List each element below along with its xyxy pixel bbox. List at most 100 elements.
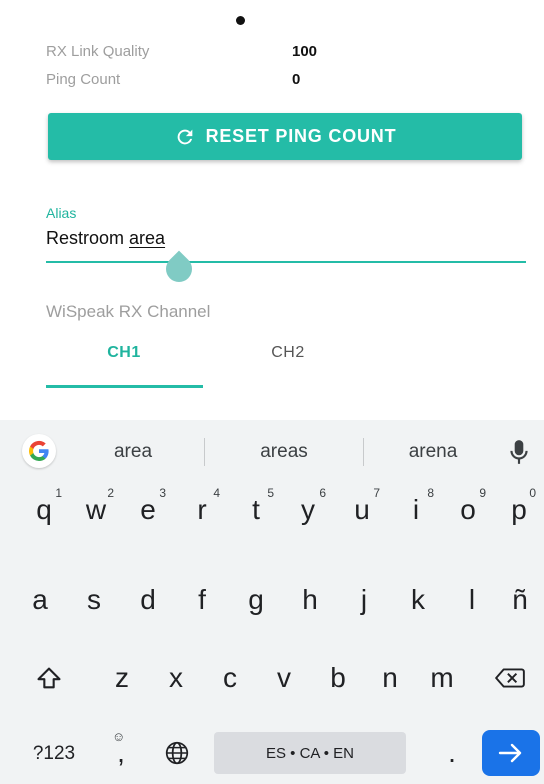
suggestion-bar: area areas arena: [0, 420, 544, 482]
key-label: k: [411, 584, 425, 615]
key-label: q: [36, 494, 52, 525]
ping-count-label: Ping Count: [46, 71, 121, 88]
backspace-key[interactable]: [480, 650, 540, 706]
key-a[interactable]: a: [14, 572, 66, 628]
google-icon[interactable]: [22, 434, 56, 468]
key-hint: 6: [319, 486, 326, 500]
app-screen: RX Link Quality 100 Ping Count 0 RESET P…: [0, 0, 544, 420]
key-label: v: [277, 662, 291, 693]
key-u[interactable]: 7u: [336, 482, 388, 538]
key-l[interactable]: l: [446, 572, 498, 628]
key-n[interactable]: n: [364, 650, 416, 706]
key-x[interactable]: x: [150, 650, 202, 706]
period-key[interactable]: .: [432, 725, 472, 781]
key-s[interactable]: s: [68, 572, 120, 628]
emoji-hint-icon: ☺: [112, 729, 126, 744]
key-label: c: [223, 662, 237, 693]
channel-label: WiSpeak RX Channel: [46, 302, 211, 321]
arrow-right-icon: [498, 743, 522, 763]
key-r[interactable]: 4r: [176, 482, 228, 538]
key-label: r: [197, 494, 207, 525]
key-hint: 3: [159, 486, 166, 500]
alias-current-word: area: [129, 228, 166, 248]
key-label: j: [360, 584, 368, 615]
comma-key[interactable]: ☺ ,: [98, 725, 144, 781]
key-label: w: [85, 494, 107, 525]
suggestion-2[interactable]: areas: [232, 441, 336, 463]
key-q[interactable]: 1q: [18, 482, 70, 538]
key-label: g: [248, 584, 264, 615]
alias-label: Alias: [46, 205, 77, 221]
key-w[interactable]: 2w: [70, 482, 122, 538]
backspace-icon: [495, 668, 525, 688]
key-label: x: [169, 662, 183, 693]
key-label: a: [32, 584, 48, 615]
key-label: .: [448, 737, 456, 768]
alias-input-underline: [46, 261, 526, 263]
key-h[interactable]: h: [284, 572, 336, 628]
alias-text-prefix: Restroom: [46, 228, 130, 248]
key-hint: 4: [213, 486, 220, 500]
key-t[interactable]: 5t: [230, 482, 282, 538]
key-m[interactable]: m: [416, 650, 468, 706]
key-label: d: [140, 584, 156, 615]
key-g[interactable]: g: [230, 572, 282, 628]
alias-input[interactable]: Restroom area: [46, 228, 526, 258]
key-label: i: [412, 494, 420, 525]
key-i[interactable]: 8i: [390, 482, 442, 538]
key-b[interactable]: b: [312, 650, 364, 706]
key-f[interactable]: f: [176, 572, 228, 628]
suggestion-1[interactable]: area: [90, 441, 176, 463]
key-d[interactable]: d: [122, 572, 174, 628]
suggestion-divider: [363, 438, 364, 466]
rx-link-quality-label: RX Link Quality: [46, 43, 150, 60]
refresh-icon: [177, 129, 192, 144]
soft-keyboard: area areas arena 1q 2w 3e 4r 5t 6y 7u 8i…: [0, 420, 544, 784]
key-hint: 5: [267, 486, 274, 500]
ping-count-row: Ping Count 0: [46, 71, 446, 95]
rx-link-quality-value: 100: [292, 43, 318, 60]
ping-count-value: 0: [292, 71, 301, 88]
rx-link-quality-row: RX Link Quality 100: [46, 43, 446, 67]
suggestion-3[interactable]: arena: [390, 441, 476, 463]
enter-key[interactable]: [482, 730, 540, 776]
status-dot: [236, 16, 245, 25]
key-j[interactable]: j: [338, 572, 390, 628]
key-c[interactable]: c: [204, 650, 256, 706]
key-label: y: [301, 494, 315, 525]
key-hint: 9: [479, 486, 486, 500]
reset-ping-count-button[interactable]: RESET PING COUNT: [48, 113, 522, 160]
key-p[interactable]: 0p: [494, 482, 544, 538]
key-o[interactable]: 9o: [442, 482, 494, 538]
space-key[interactable]: ES • CA • EN: [214, 732, 406, 774]
globe-icon: [165, 741, 189, 765]
key-hint: 7: [373, 486, 380, 500]
shift-icon: [37, 667, 61, 689]
key-z[interactable]: z: [96, 650, 148, 706]
symbols-key[interactable]: ?123: [14, 725, 94, 781]
key-label: o: [460, 494, 476, 525]
microphone-icon[interactable]: [506, 438, 532, 466]
key-hint: 8: [427, 486, 434, 500]
google-g-icon: [28, 440, 49, 462]
key-label: n: [382, 662, 398, 693]
key-e[interactable]: 3e: [122, 482, 174, 538]
language-key[interactable]: [150, 725, 204, 781]
tab-ch1[interactable]: CH1: [46, 344, 202, 362]
key-label: e: [140, 494, 156, 525]
key-k[interactable]: k: [392, 572, 444, 628]
suggestion-divider: [204, 438, 205, 466]
tab-ch2[interactable]: CH2: [210, 344, 366, 362]
key-label: h: [302, 584, 318, 615]
key-v[interactable]: v: [258, 650, 310, 706]
key-label: ?123: [32, 742, 76, 764]
key-y[interactable]: 6y: [282, 482, 334, 538]
key-n-tilde[interactable]: ñ: [496, 572, 544, 628]
key-label: u: [354, 494, 370, 525]
key-hint: 0: [529, 486, 536, 500]
key-label: b: [330, 662, 346, 693]
key-label: f: [198, 584, 206, 615]
key-hint: 1: [55, 486, 62, 500]
key-label: p: [511, 494, 527, 525]
shift-key[interactable]: [16, 650, 82, 706]
